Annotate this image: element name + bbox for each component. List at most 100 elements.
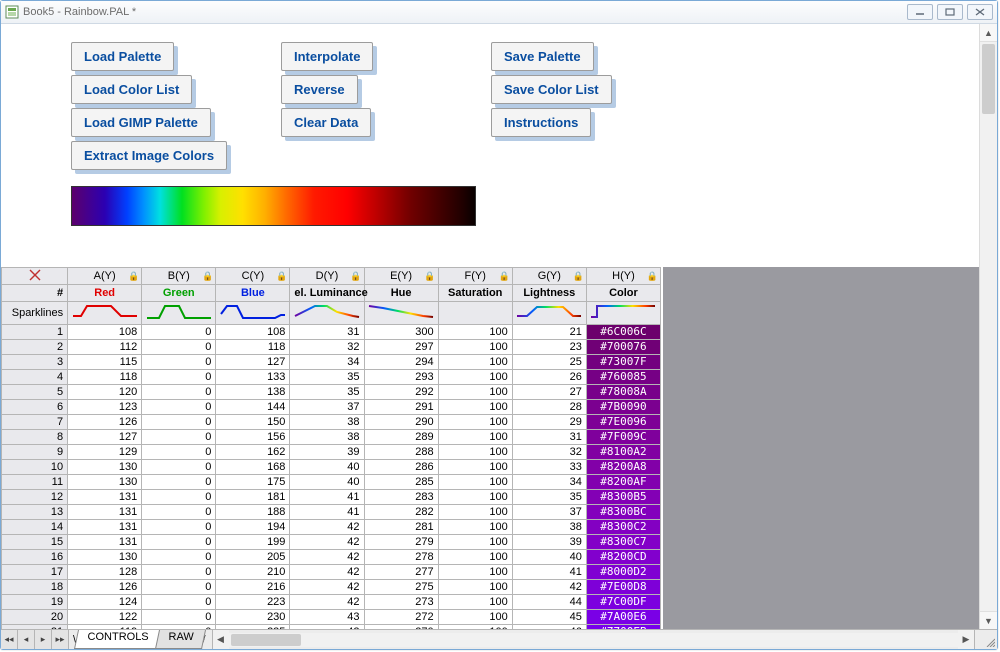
row-number[interactable]: 17 bbox=[2, 565, 68, 580]
cell-luminance[interactable]: 34 bbox=[290, 355, 364, 370]
cell-green[interactable]: 0 bbox=[142, 430, 216, 445]
cell-green[interactable]: 0 bbox=[142, 385, 216, 400]
cell-luminance[interactable]: 42 bbox=[290, 550, 364, 565]
column-header-name[interactable]: Green bbox=[142, 285, 216, 302]
cell-green[interactable]: 0 bbox=[142, 460, 216, 475]
cell-hue[interactable]: 281 bbox=[364, 520, 438, 535]
cell-red[interactable]: 131 bbox=[68, 490, 142, 505]
cell-green[interactable]: 0 bbox=[142, 505, 216, 520]
cell-red[interactable]: 124 bbox=[68, 595, 142, 610]
cell-hue[interactable]: 275 bbox=[364, 580, 438, 595]
cell-blue[interactable]: 230 bbox=[216, 610, 290, 625]
cell-hue[interactable]: 288 bbox=[364, 445, 438, 460]
cell-saturation[interactable]: 100 bbox=[438, 535, 512, 550]
cell-saturation[interactable]: 100 bbox=[438, 325, 512, 340]
cell-color[interactable]: #7B0090 bbox=[586, 400, 660, 415]
cell-blue[interactable]: 223 bbox=[216, 595, 290, 610]
tab-nav-first[interactable]: ◂◂ bbox=[1, 630, 18, 649]
column-header-name[interactable]: el. Luminance bbox=[290, 285, 364, 302]
cell-red[interactable]: 120 bbox=[68, 385, 142, 400]
hscroll-left-arrow[interactable]: ◀ bbox=[213, 630, 229, 649]
hscroll-right-arrow[interactable]: ▶ bbox=[958, 630, 974, 649]
cell-red[interactable]: 131 bbox=[68, 520, 142, 535]
cell-green[interactable]: 0 bbox=[142, 490, 216, 505]
cell-saturation[interactable]: 100 bbox=[438, 565, 512, 580]
cell-hue[interactable]: 277 bbox=[364, 565, 438, 580]
save-palette-button[interactable]: Save Palette bbox=[491, 42, 594, 71]
instructions-button[interactable]: Instructions bbox=[491, 108, 591, 137]
cell-red[interactable]: 131 bbox=[68, 505, 142, 520]
cell-blue[interactable]: 210 bbox=[216, 565, 290, 580]
cell-lightness[interactable]: 41 bbox=[512, 565, 586, 580]
cell-hue[interactable]: 289 bbox=[364, 430, 438, 445]
scroll-up-arrow[interactable]: ▲ bbox=[980, 24, 997, 42]
cell-green[interactable]: 0 bbox=[142, 580, 216, 595]
cell-green[interactable]: 0 bbox=[142, 565, 216, 580]
cell-lightness[interactable]: 40 bbox=[512, 550, 586, 565]
cell-lightness[interactable]: 38 bbox=[512, 520, 586, 535]
row-number[interactable]: 1 bbox=[2, 325, 68, 340]
column-header-name[interactable]: Red bbox=[68, 285, 142, 302]
column-header-letter[interactable]: H(Y)🔒 bbox=[586, 268, 660, 285]
row-number[interactable]: 5 bbox=[2, 385, 68, 400]
row-number[interactable]: 10 bbox=[2, 460, 68, 475]
cell-lightness[interactable]: 27 bbox=[512, 385, 586, 400]
cell-saturation[interactable]: 100 bbox=[438, 550, 512, 565]
tab-raw[interactable]: RAW bbox=[155, 630, 206, 649]
cell-saturation[interactable]: 100 bbox=[438, 430, 512, 445]
column-header-letter[interactable]: B(Y)🔒 bbox=[142, 268, 216, 285]
resize-grip[interactable] bbox=[974, 630, 997, 649]
row-number[interactable]: 14 bbox=[2, 520, 68, 535]
row-number[interactable]: 6 bbox=[2, 400, 68, 415]
cell-green[interactable]: 0 bbox=[142, 535, 216, 550]
column-header-name[interactable]: Saturation bbox=[438, 285, 512, 302]
row-number[interactable]: 20 bbox=[2, 610, 68, 625]
cell-luminance[interactable]: 31 bbox=[290, 325, 364, 340]
cell-saturation[interactable]: 100 bbox=[438, 370, 512, 385]
cell-luminance[interactable]: 43 bbox=[290, 610, 364, 625]
column-header-letter[interactable]: F(Y)🔒 bbox=[438, 268, 512, 285]
extract-image-colors-button[interactable]: Extract Image Colors bbox=[71, 141, 227, 170]
cell-luminance[interactable]: 42 bbox=[290, 565, 364, 580]
cell-color[interactable]: #8300B5 bbox=[586, 490, 660, 505]
row-number[interactable]: 11 bbox=[2, 475, 68, 490]
cell-saturation[interactable]: 100 bbox=[438, 355, 512, 370]
cell-green[interactable]: 0 bbox=[142, 445, 216, 460]
reverse-button[interactable]: Reverse bbox=[281, 75, 358, 104]
cell-hue[interactable]: 283 bbox=[364, 490, 438, 505]
cell-blue[interactable]: 144 bbox=[216, 400, 290, 415]
cell-luminance[interactable]: 35 bbox=[290, 385, 364, 400]
cell-hue[interactable]: 297 bbox=[364, 340, 438, 355]
cell-lightness[interactable]: 32 bbox=[512, 445, 586, 460]
cell-lightness[interactable]: 28 bbox=[512, 400, 586, 415]
cell-lightness[interactable]: 25 bbox=[512, 355, 586, 370]
row-number[interactable]: 18 bbox=[2, 580, 68, 595]
cell-color[interactable]: #73007F bbox=[586, 355, 660, 370]
cell-green[interactable]: 0 bbox=[142, 370, 216, 385]
cell-saturation[interactable]: 100 bbox=[438, 580, 512, 595]
cell-lightness[interactable]: 33 bbox=[512, 460, 586, 475]
cell-luminance[interactable]: 37 bbox=[290, 400, 364, 415]
tab-controls[interactable]: CONTROLS bbox=[74, 630, 161, 649]
cell-red[interactable]: 128 bbox=[68, 565, 142, 580]
cell-blue[interactable]: 108 bbox=[216, 325, 290, 340]
grid-corner[interactable] bbox=[2, 268, 68, 285]
cell-lightness[interactable]: 34 bbox=[512, 475, 586, 490]
cell-color[interactable]: #8300BC bbox=[586, 505, 660, 520]
cell-hue[interactable]: 292 bbox=[364, 385, 438, 400]
cell-blue[interactable]: 127 bbox=[216, 355, 290, 370]
cell-red[interactable]: 112 bbox=[68, 340, 142, 355]
cell-lightness[interactable]: 29 bbox=[512, 415, 586, 430]
cell-lightness[interactable]: 44 bbox=[512, 595, 586, 610]
horizontal-scrollbar[interactable]: ◀ ▶ bbox=[212, 630, 974, 649]
cell-blue[interactable]: 216 bbox=[216, 580, 290, 595]
cell-hue[interactable]: 286 bbox=[364, 460, 438, 475]
row-number[interactable]: 13 bbox=[2, 505, 68, 520]
cell-lightness[interactable]: 23 bbox=[512, 340, 586, 355]
column-header-letter[interactable]: G(Y)🔒 bbox=[512, 268, 586, 285]
cell-blue[interactable]: 150 bbox=[216, 415, 290, 430]
cell-saturation[interactable]: 100 bbox=[438, 595, 512, 610]
cell-luminance[interactable]: 42 bbox=[290, 595, 364, 610]
cell-red[interactable]: 130 bbox=[68, 460, 142, 475]
cell-green[interactable]: 0 bbox=[142, 595, 216, 610]
